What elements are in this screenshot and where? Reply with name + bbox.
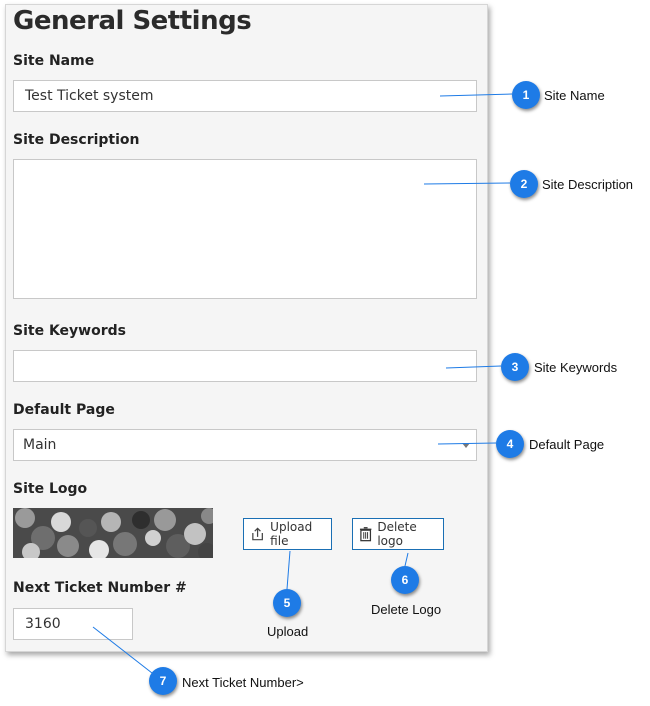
callout-2: 2 bbox=[510, 170, 538, 198]
callout-4: 4 bbox=[496, 430, 524, 458]
callout-7-text: Next Ticket Number> bbox=[182, 675, 304, 690]
callout-1: 1 bbox=[512, 81, 540, 109]
callout-3: 3 bbox=[501, 353, 529, 381]
callout-6: 6 bbox=[391, 566, 419, 594]
callout-3-text: Site Keywords bbox=[534, 360, 618, 375]
callout-2-text: Site Description bbox=[542, 177, 634, 192]
callout-7: 7 bbox=[149, 667, 177, 695]
callout-5-text: Upload bbox=[267, 624, 309, 639]
callout-4-text: Default Page bbox=[529, 437, 605, 452]
callout-6-text: Delete Logo bbox=[371, 602, 442, 617]
callout-lines bbox=[92, 93, 513, 674]
callout-1-text: Site Name bbox=[544, 88, 605, 103]
callout-5: 5 bbox=[273, 589, 301, 617]
